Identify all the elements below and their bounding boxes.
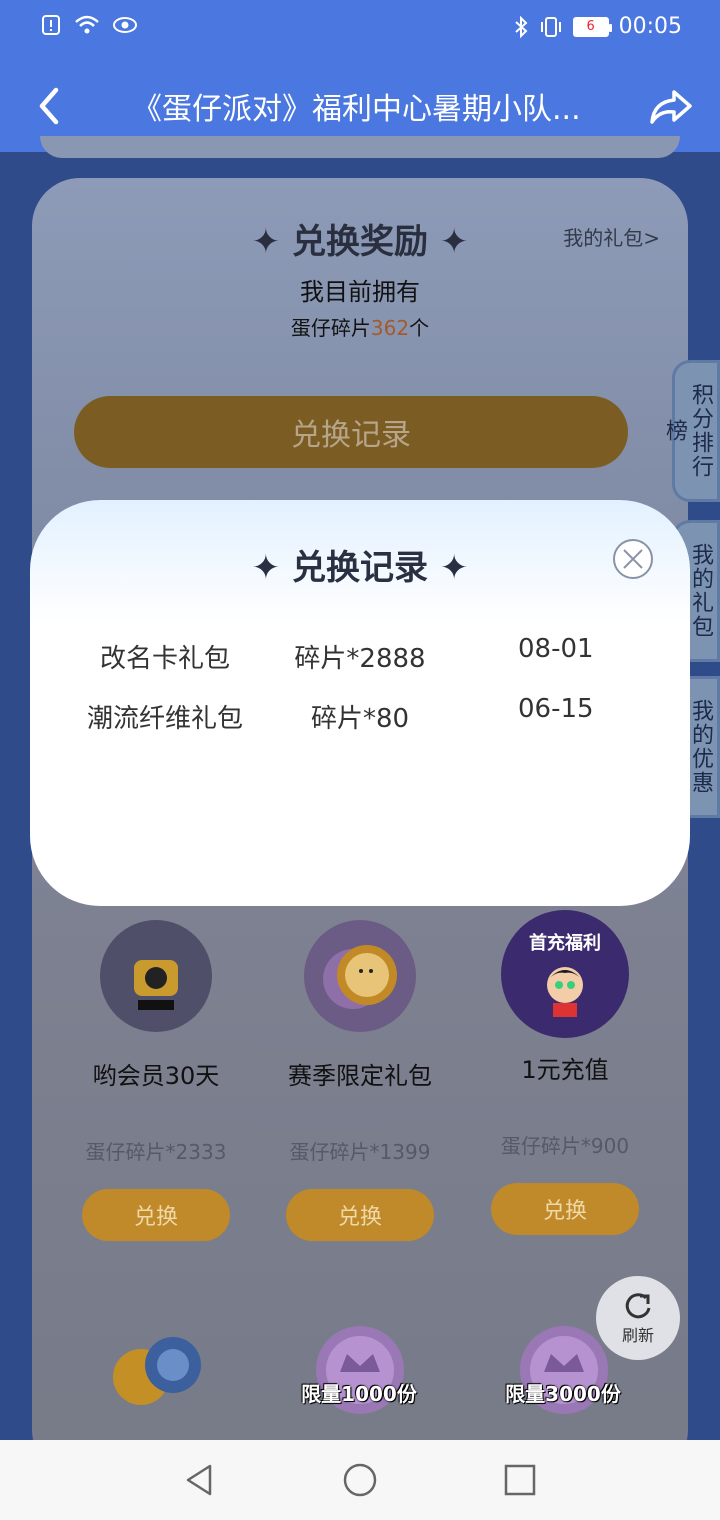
exchange-section-title-text: 兑换奖励 [292,222,428,262]
nav-recents-button[interactable] [498,1458,542,1502]
nav-home-button[interactable] [338,1458,382,1502]
previous-card-edge [40,136,680,158]
record-date: 08-01 [518,634,594,664]
record-date: 06-15 [518,694,594,724]
coin-stack-icon [113,1337,201,1405]
battery-icon: 6 [572,16,612,37]
character-icon [547,967,583,1017]
refresh-icon [625,1293,651,1319]
reward-item: 首充福利 1元充值 蛋仔碎片*900 兑换 [465,910,665,1235]
system-nav-bar [0,1440,720,1520]
dialog-title-text: 兑换记录 [292,548,428,588]
app-header: 6 00:05 《蛋仔派对》福利中心暑期小队... [0,0,720,152]
exchange-record-button[interactable]: 兑换记录 [74,396,628,468]
alert-icon [42,15,60,35]
fragment-count-prefix: 蛋仔碎片 [290,316,371,340]
fragment-count-value: 362 [370,316,410,340]
record-cost: 碎片*2888 [294,644,426,674]
my-gifts-link[interactable]: 我的礼包> [563,222,660,251]
exchange-button[interactable]: 兑换 [82,1189,230,1241]
reward-cost: 蛋仔碎片*2333 [85,1140,227,1164]
record-row: 潮流纤维礼包 碎片*80 06-15 [30,694,690,738]
limited-label-3000: 限量3000份 [505,1382,621,1406]
back-button[interactable] [26,82,74,130]
refresh-label: 刷新 [621,1326,654,1345]
reward-name: 赛季限定礼包 [288,1062,432,1090]
record-row: 改名卡礼包 碎片*2888 08-01 [30,634,690,678]
vibrate-icon [540,16,561,37]
clock: 00:05 [618,14,682,39]
recharge-banner-text: 首充福利 [529,933,601,954]
share-button[interactable] [646,82,694,130]
exchange-button[interactable]: 兑换 [491,1183,639,1235]
own-label: 我目前拥有 [300,278,420,306]
wifi-icon [75,15,99,34]
reward-cost: 蛋仔碎片*900 [500,1134,630,1158]
nav-back-button[interactable] [178,1458,222,1502]
reward-item: 哟会员30天 蛋仔碎片*2333 兑换 [56,920,256,1241]
reward-image-season-pack [304,920,416,1032]
status-bar: 6 00:05 [0,0,720,56]
tab-leaderboard[interactable]: 积分排行榜 [662,360,720,502]
close-icon[interactable] [612,538,654,580]
reward-item: 赛季限定礼包 蛋仔碎片*1399 兑换 [260,920,460,1241]
nav-header: 《蛋仔派对》福利中心暑期小队... [0,64,720,144]
exchange-record-dialog: ✦ 兑换记录 ✦ 改名卡礼包 碎片*2888 08-01 潮流纤维礼包 碎片*8… [30,500,690,906]
coin-icon [323,945,397,1009]
reward-image-recharge: 首充福利 [501,910,629,1038]
limited-label-1000: 限量1000份 [301,1382,417,1406]
fragment-count: 蛋仔碎片362个 [0,312,720,341]
reward-image-coin-pack [98,1320,218,1420]
bluetooth-icon [514,15,528,38]
reward-cost: 蛋仔碎片*1399 [289,1140,431,1164]
exchange-button[interactable]: 兑换 [286,1189,434,1241]
reward-name: 哟会员30天 [92,1062,220,1090]
reward-name: 1元充值 [521,1056,609,1084]
camera-icon [134,960,178,1010]
fragment-count-suffix: 个 [409,316,430,340]
eye-icon [113,17,137,33]
reward-image-membership [100,920,212,1032]
record-cost: 碎片*80 [310,704,410,734]
dialog-title: ✦ 兑换记录 ✦ [251,548,469,588]
battery-level: 6 [586,19,595,34]
page-title: 《蛋仔派对》福利中心暑期小队... [132,92,581,127]
